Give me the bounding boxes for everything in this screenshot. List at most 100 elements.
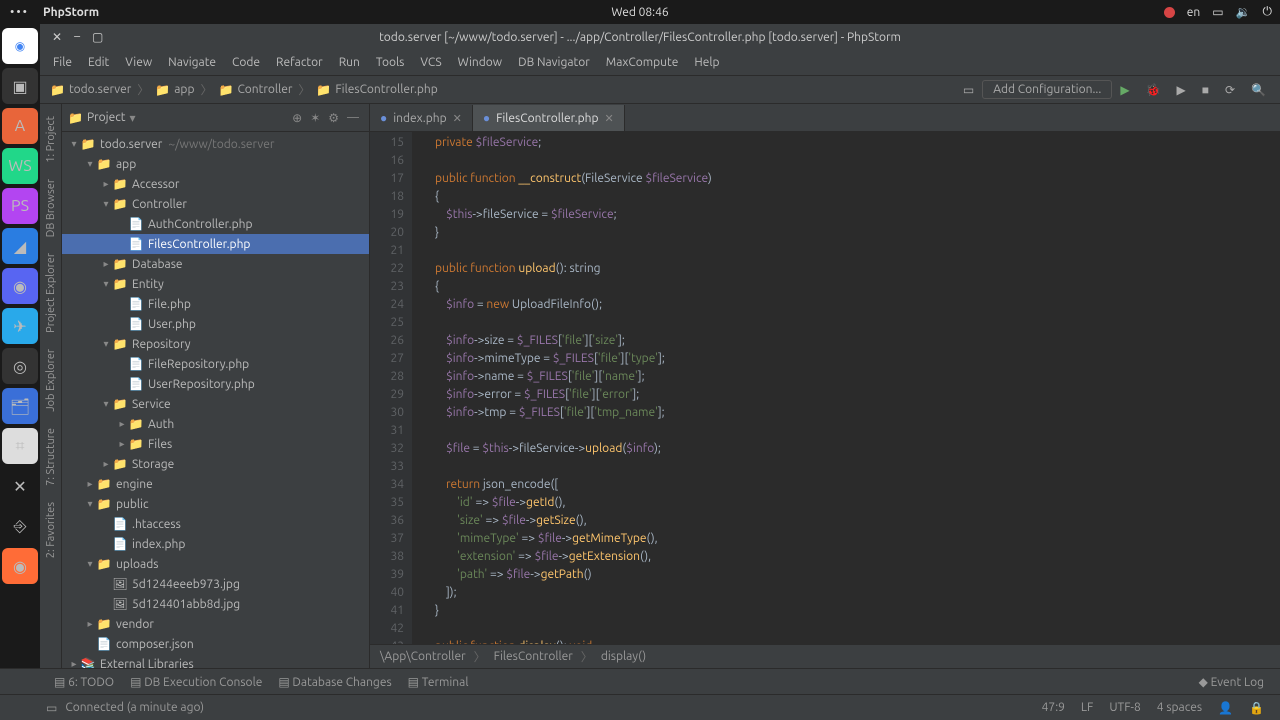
tree-item[interactable]: 📄UserRepository.php <box>62 374 369 394</box>
tool-tab-db-browser[interactable]: DB Browser <box>43 171 59 245</box>
lock-icon[interactable]: 🔒 <box>1241 701 1272 715</box>
bottom-tab-terminal[interactable]: ▤ Terminal <box>400 673 477 691</box>
project-dropdown-icon[interactable]: 📁 <box>68 111 83 125</box>
app-name[interactable]: PhpStorm <box>39 6 99 19</box>
stop-icon[interactable]: ■ <box>1194 81 1217 99</box>
menu-tools[interactable]: Tools <box>369 53 412 72</box>
menu-code[interactable]: Code <box>225 53 267 72</box>
tree-item[interactable]: 📄FileRepository.php <box>62 354 369 374</box>
tree-item[interactable]: ▸📁engine <box>62 474 369 494</box>
debug-icon[interactable]: 🐞 <box>1138 81 1169 99</box>
tree-item[interactable]: ▸📁Files <box>62 434 369 454</box>
tree-item[interactable]: 🖼5d124401abb8d.jpg <box>62 594 369 614</box>
volume-icon[interactable]: 🔉 <box>1236 5 1251 19</box>
tree-item[interactable]: ▾📁Service <box>62 394 369 414</box>
tool-tab-2-favorites[interactable]: 2: Favorites <box>43 494 59 566</box>
network-icon[interactable]: ▭ <box>1212 5 1223 19</box>
status-position[interactable]: 47:9 <box>1034 701 1073 714</box>
menu-edit[interactable]: Edit <box>81 53 116 72</box>
status-indent[interactable]: 4 spaces <box>1149 701 1210 714</box>
tree-item[interactable]: ▸📁Auth <box>62 414 369 434</box>
breadcrumb-item[interactable]: 📁 todo.server <box>46 81 135 99</box>
dock-phpstorm[interactable]: PS <box>2 188 38 224</box>
gutter[interactable]: 1516171819202122232425262728293031323334… <box>370 132 412 644</box>
dock-app4[interactable]: ⎆ <box>2 508 38 544</box>
menu-window[interactable]: Window <box>451 53 509 72</box>
dock-discord[interactable]: ◉ <box>2 268 38 304</box>
menu-maxcompute[interactable]: MaxCompute <box>599 53 686 72</box>
menu-navigate[interactable]: Navigate <box>161 53 223 72</box>
run-icon[interactable]: ▶ <box>1112 81 1137 99</box>
close-icon[interactable]: ✕ <box>52 30 62 44</box>
tree-item[interactable]: ▸📁Database <box>62 254 369 274</box>
editor-tab[interactable]: ●index.php✕ <box>370 105 473 131</box>
menu-refactor[interactable]: Refactor <box>269 53 330 72</box>
record-icon[interactable] <box>1164 7 1175 18</box>
clock[interactable]: Wed 08:46 <box>611 6 668 19</box>
tree-item[interactable]: ▾📁uploads <box>62 554 369 574</box>
menu-vcs[interactable]: VCS <box>413 53 448 72</box>
dock-postman[interactable]: ◉ <box>2 548 38 584</box>
coverage-icon[interactable]: ▶ <box>1169 81 1194 99</box>
bottom-tab-database-changes[interactable]: ▤ Database Changes <box>270 673 399 691</box>
menu-file[interactable]: File <box>46 53 79 72</box>
tree-item[interactable]: ▾📁app <box>62 154 369 174</box>
power-icon[interactable]: ⏻ <box>1263 5 1273 19</box>
tree-item[interactable]: 📄FilesController.php <box>62 234 369 254</box>
add-configuration-button[interactable]: Add Configuration... <box>982 80 1112 99</box>
expand-icon[interactable]: ✶ <box>306 109 324 127</box>
minimize-icon[interactable]: – <box>74 30 80 44</box>
status-line-sep[interactable]: LF <box>1073 701 1101 714</box>
editor-tab[interactable]: ●FilesController.php✕ <box>473 105 625 131</box>
dock-app3[interactable]: ◢ <box>2 228 38 264</box>
project-tree[interactable]: ▾📁todo.server~/www/todo.server▾📁app▸📁Acc… <box>62 132 369 668</box>
menu-view[interactable]: View <box>118 53 159 72</box>
code-crumb[interactable]: \App\Controller <box>380 650 466 663</box>
lang-indicator[interactable]: en <box>1187 6 1200 19</box>
tree-item[interactable]: 🖼5d1244eeeb973.jpg <box>62 574 369 594</box>
locate-icon[interactable]: ⊕ <box>288 109 306 127</box>
tree-item[interactable]: ▾📁todo.server~/www/todo.server <box>62 134 369 154</box>
dock-chrome[interactable]: ◉ <box>2 28 38 64</box>
gear-icon[interactable]: ⚙ <box>324 109 343 127</box>
close-tab-icon[interactable]: ✕ <box>453 112 462 125</box>
menu-run[interactable]: Run <box>332 53 367 72</box>
dock-obs[interactable]: ◎ <box>2 348 38 384</box>
tree-item[interactable]: 📄User.php <box>62 314 369 334</box>
tree-item[interactable]: ▸📁Storage <box>62 454 369 474</box>
dock-calc[interactable]: ⌗ <box>2 428 38 464</box>
tree-item[interactable]: ▾📁public <box>62 494 369 514</box>
menu-help[interactable]: Help <box>687 53 726 72</box>
activities-icon[interactable]: ••• <box>0 6 39 19</box>
close-tab-icon[interactable]: ✕ <box>605 112 614 125</box>
dock-files[interactable]: 🗂 <box>2 388 38 424</box>
tree-item[interactable]: 📄index.php <box>62 534 369 554</box>
select-target-icon[interactable]: ▭ <box>955 81 982 99</box>
breadcrumb-item[interactable]: 📁 FilesController.php <box>312 81 441 99</box>
search-icon[interactable]: 🔍 <box>1243 81 1274 99</box>
breadcrumb-item[interactable]: 📁 Controller <box>214 81 296 99</box>
tool-tab-project-explorer[interactable]: Project Explorer <box>43 245 59 341</box>
menu-db-navigator[interactable]: DB Navigator <box>511 53 597 72</box>
dock-telegram[interactable]: ✈ <box>2 308 38 344</box>
code-crumb[interactable]: FilesController <box>494 650 573 663</box>
vcs-icon[interactable]: ▭ <box>46 701 57 715</box>
tool-tab-1-project[interactable]: 1: Project <box>43 108 59 171</box>
breadcrumb-item[interactable]: 📁 app <box>151 81 198 99</box>
tool-tab-job-explorer[interactable]: Job Explorer <box>43 341 59 420</box>
tree-item[interactable]: 📄composer.json <box>62 634 369 654</box>
update-icon[interactable]: ⟳ <box>1217 81 1243 99</box>
dock-app1[interactable]: A <box>2 108 38 144</box>
sidebar-title[interactable]: Project <box>87 111 126 124</box>
code-area[interactable]: 1516171819202122232425262728293031323334… <box>370 132 1280 644</box>
dock-app2[interactable]: WS <box>2 148 38 184</box>
dock-settings[interactable]: ✕ <box>2 468 38 504</box>
tool-tab-7-structure[interactable]: 7: Structure <box>43 420 59 494</box>
dock-terminal[interactable]: ▣ <box>2 68 38 104</box>
tree-item[interactable]: ▸📁Accessor <box>62 174 369 194</box>
bottom-tab-6-todo[interactable]: ▤ 6: TODO <box>46 673 122 691</box>
bottom-tab-db-execution-console[interactable]: ▤ DB Execution Console <box>122 673 270 691</box>
tree-item[interactable]: ▾📁Controller <box>62 194 369 214</box>
tree-item[interactable]: ▾📁Entity <box>62 274 369 294</box>
event-log-button[interactable]: ◆ Event Log <box>1191 673 1272 691</box>
